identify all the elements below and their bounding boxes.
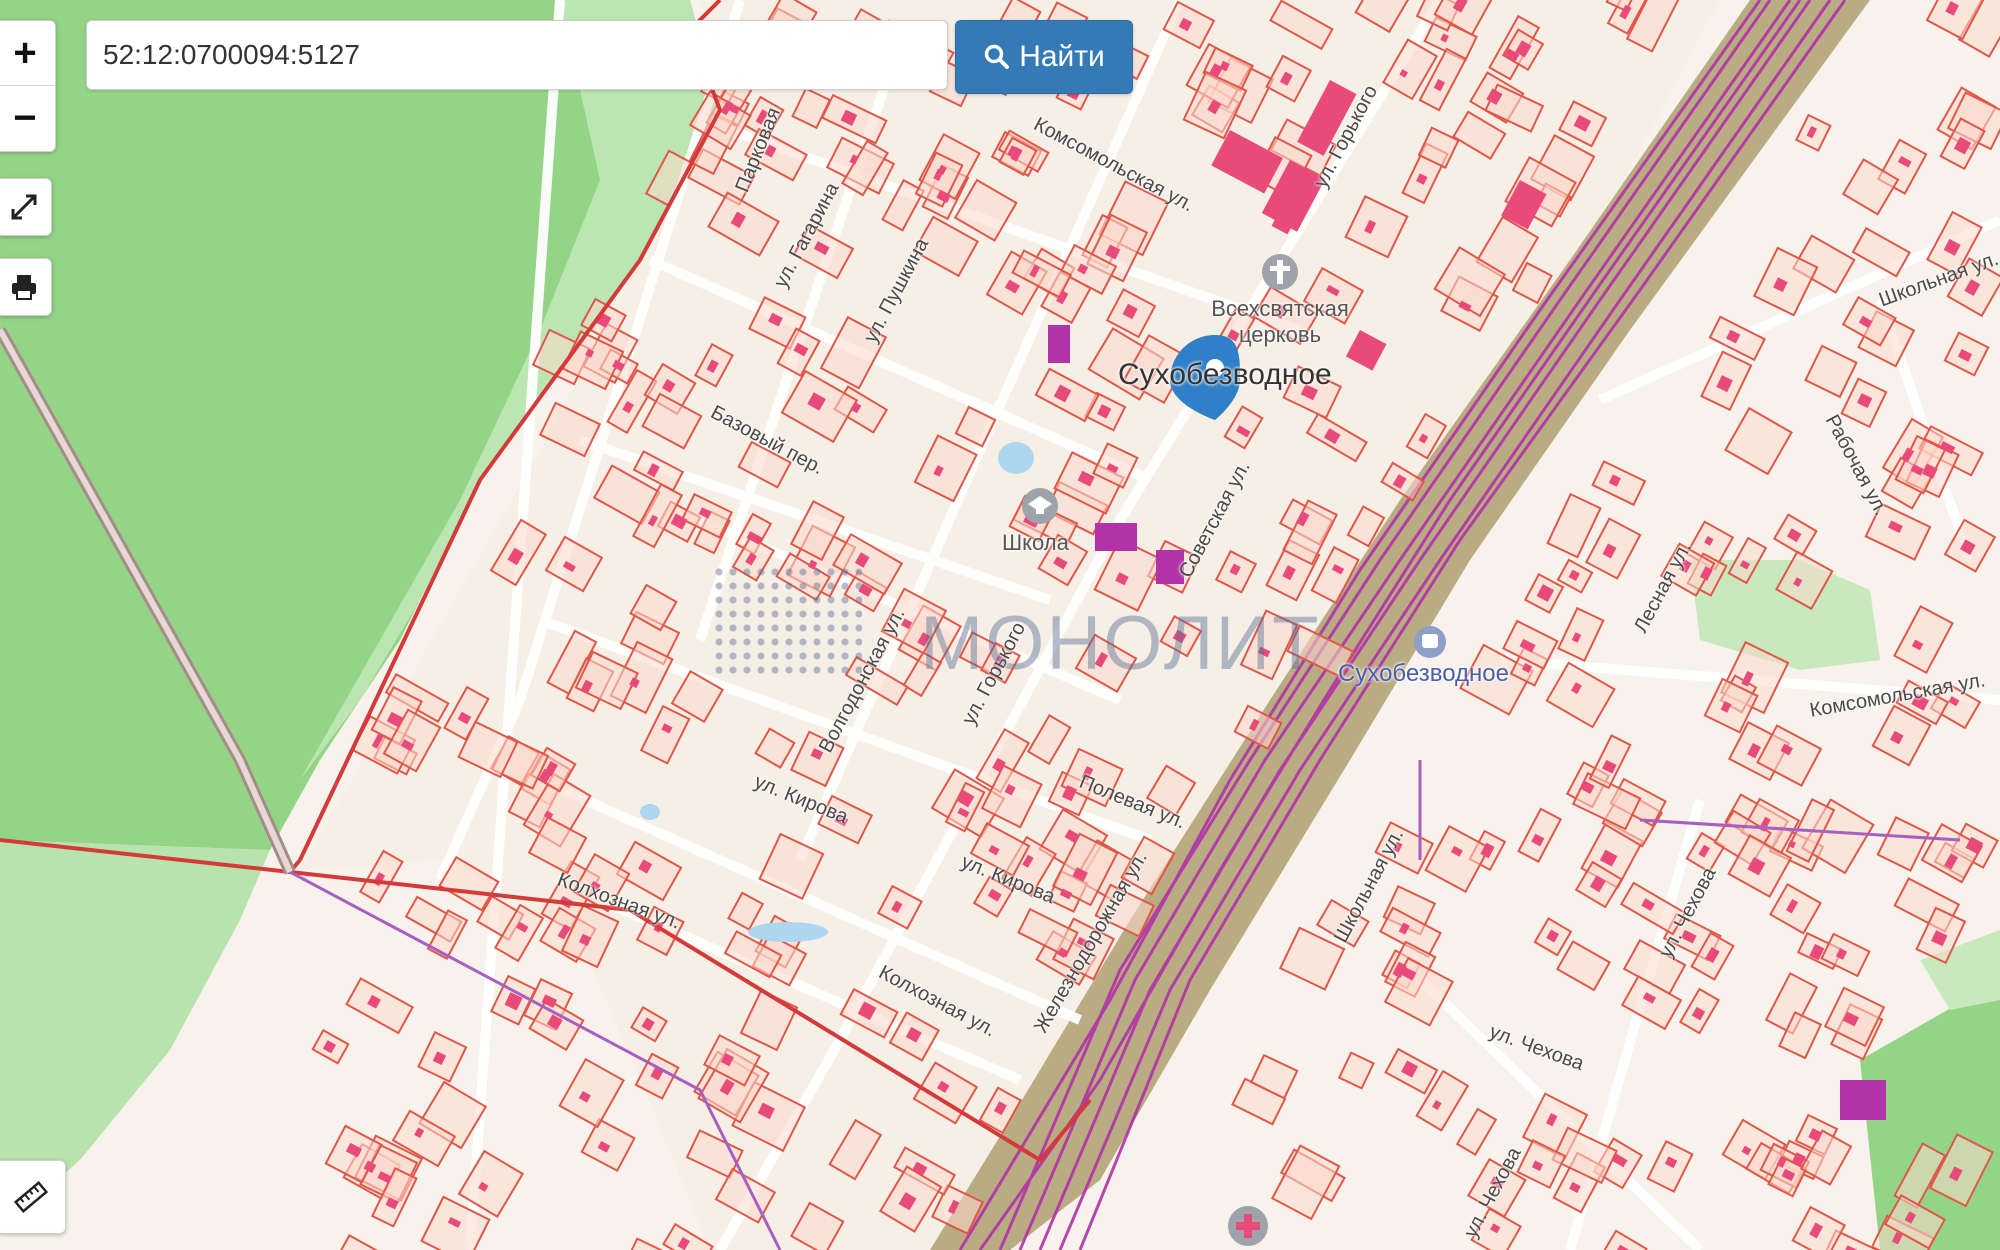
station-icon: [1414, 626, 1446, 658]
search-icon: [984, 44, 1010, 69]
place-label: Сухобезводное: [1118, 358, 1332, 391]
measure-button[interactable]: [0, 1160, 66, 1234]
school-label: Школа: [1002, 530, 1069, 555]
print-button[interactable]: [0, 258, 52, 316]
zoom-out-button[interactable]: −: [0, 86, 55, 150]
church-label: Всехсвятская церковь: [1211, 296, 1349, 347]
search-button[interactable]: Найти: [955, 20, 1133, 94]
zoom-control: + −: [0, 20, 56, 152]
hospital-icon: [1228, 1206, 1268, 1246]
ruler-icon: [13, 1181, 49, 1213]
zoom-in-button[interactable]: +: [0, 21, 55, 86]
expand-icon: [11, 194, 37, 220]
printer-icon: [12, 275, 36, 300]
cadastral-search-input[interactable]: [86, 20, 948, 90]
watermark-logo: [712, 565, 862, 675]
station-label: Сухобезводное: [1338, 660, 1509, 687]
school-icon: [1022, 488, 1058, 524]
search-button-label: Найти: [1019, 40, 1105, 73]
church-icon: [1262, 254, 1298, 290]
fullscreen-button[interactable]: [0, 178, 52, 236]
